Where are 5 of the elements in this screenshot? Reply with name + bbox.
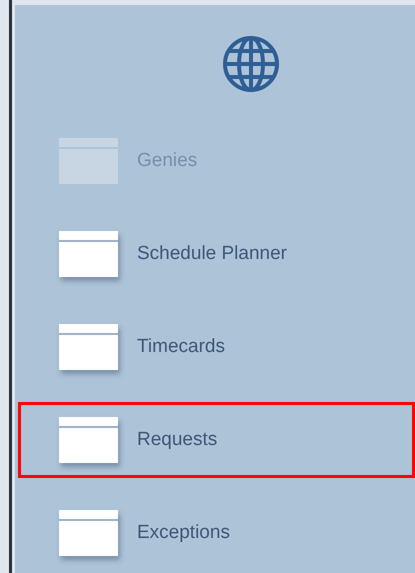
globe-icon xyxy=(221,34,281,94)
menu-item[interactable]: Timecards xyxy=(137,332,225,362)
menu-item[interactable]: Exceptions xyxy=(137,518,230,548)
menu-item[interactable]: Schedule Planner xyxy=(137,240,287,268)
menu-item[interactable]: Requests xyxy=(137,426,218,454)
